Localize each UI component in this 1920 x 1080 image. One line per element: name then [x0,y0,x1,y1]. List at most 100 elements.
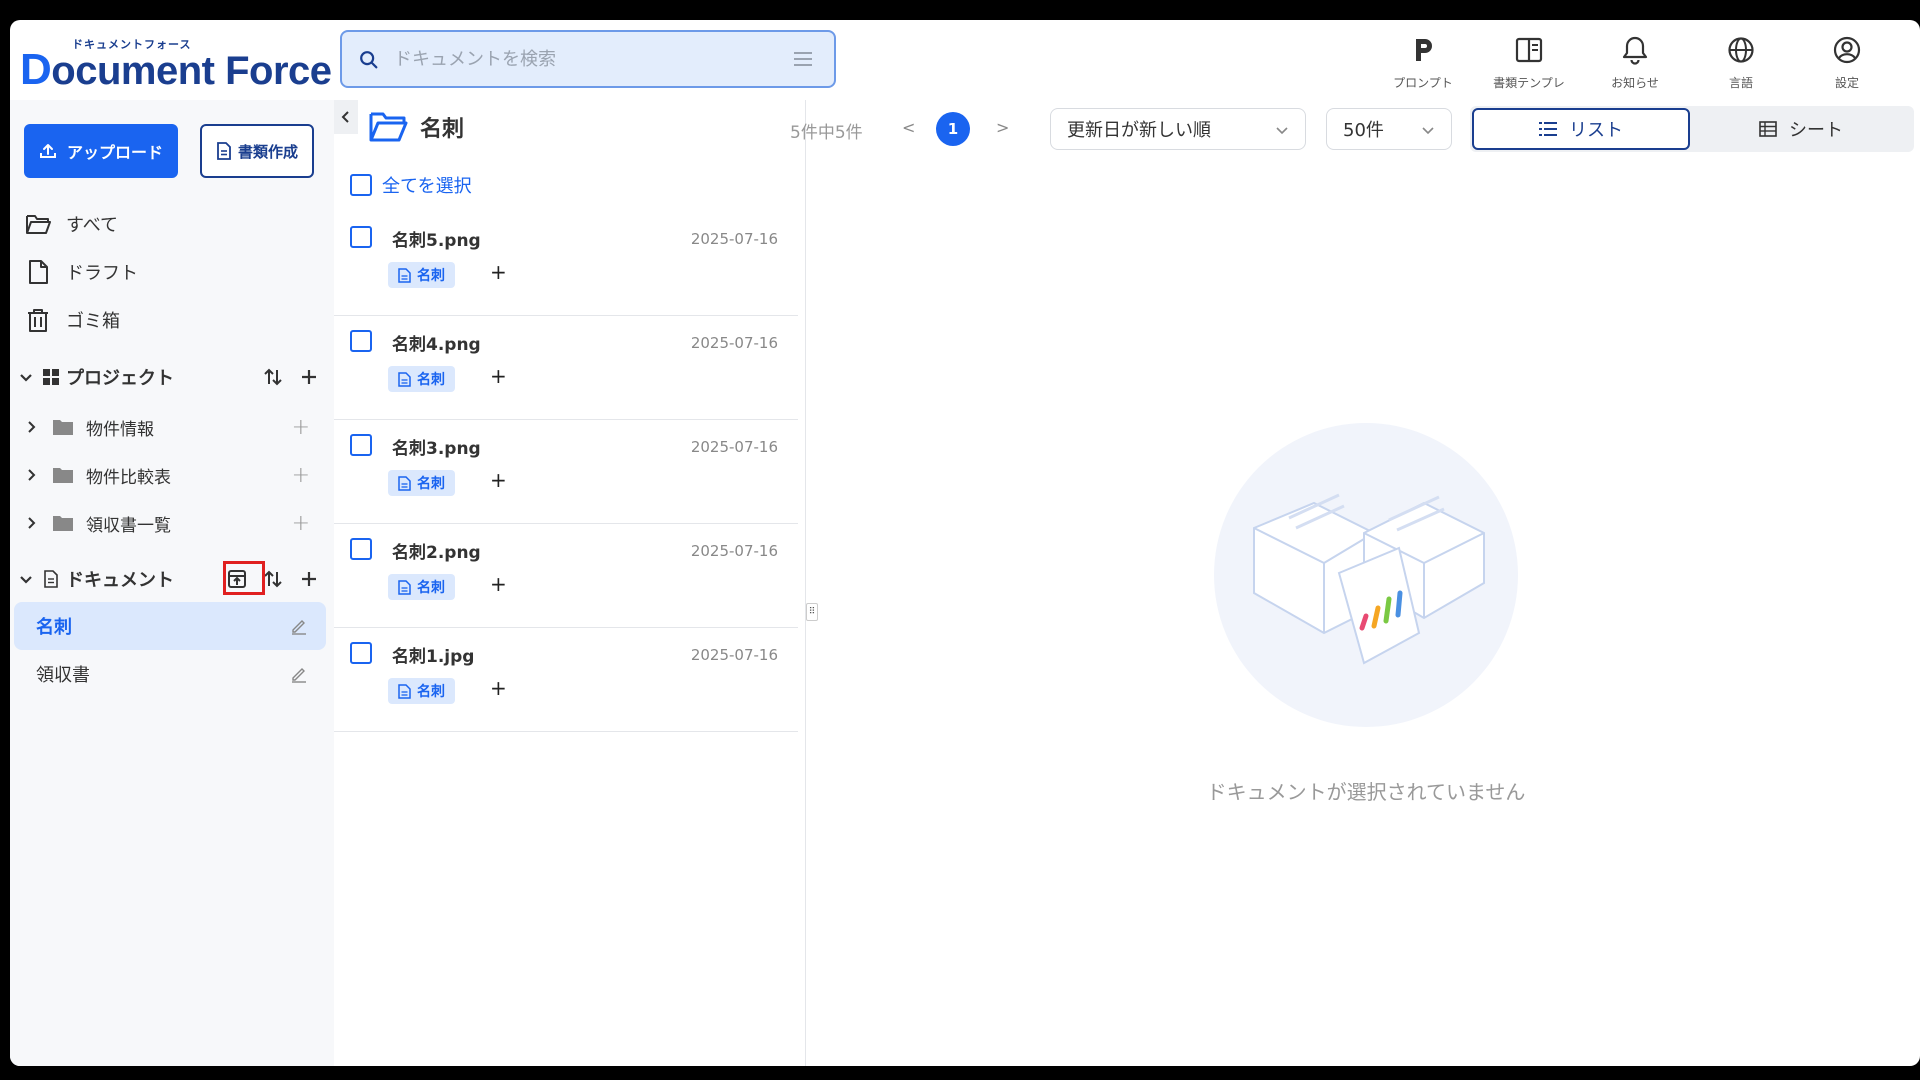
add-tag-icon[interactable]: + [490,364,507,388]
table-row[interactable]: 名刺3.png 2025-07-16 名刺 + [334,420,798,524]
chevron-down-icon [1422,127,1434,135]
bell-icon [1622,36,1648,65]
add-subitem-icon[interactable]: + [292,511,310,536]
chevron-right-icon[interactable] [24,468,38,482]
nav-language[interactable]: 言語 [1688,30,1794,94]
nav-template-label: 書類テンプレ [1493,76,1565,90]
sidebar-item-trash[interactable]: ゴミ箱 [24,300,120,340]
document-icon [217,142,231,160]
add-tag-icon[interactable]: + [490,676,507,700]
document-list-panel: 名刺 全てを選択 名刺5.png 2025-07-16 名刺 + 名刺4.png… [334,100,806,1066]
edit-icon[interactable] [290,617,308,635]
table-row[interactable]: 名刺1.jpg 2025-07-16 名刺 + [334,628,798,732]
grid-icon [43,369,59,385]
table-row[interactable]: 名刺2.png 2025-07-16 名刺 + [334,524,798,628]
document-type-label: 領収書 [36,665,90,686]
row-checkbox[interactable] [350,538,372,560]
document-type-tag[interactable]: 名刺 [388,574,455,600]
table-row[interactable]: 名刺5.png 2025-07-16 名刺 + [334,212,798,316]
upload-button[interactable]: アップロード [24,124,178,178]
sort-icon[interactable] [262,366,284,388]
nav-notifications-label: お知らせ [1611,76,1659,90]
folder-icon [53,420,73,435]
chevron-down-icon[interactable] [18,571,34,587]
document-type-tag[interactable]: 名刺 [388,366,455,392]
highlight-box [223,561,265,595]
file-name: 名刺4.png [392,335,481,355]
search-input[interactable] [394,42,774,76]
file-name: 名刺3.png [392,439,481,459]
add-tag-icon[interactable]: + [490,572,507,596]
view-sheet-button[interactable]: シート [1692,108,1910,150]
project-label: 物件情報 [86,419,154,440]
nav-settings-label: 設定 [1834,76,1859,90]
chevron-down-icon[interactable] [18,369,34,385]
nav-notifications[interactable]: お知らせ [1582,30,1688,94]
project-item[interactable]: 領収書一覧 + [24,504,324,542]
row-checkbox[interactable] [350,434,372,456]
file-name: 名刺1.jpg [392,647,475,667]
logo[interactable]: ドキュメントフォース Document Force [20,35,340,94]
view-sheet-label: シート [1789,120,1843,141]
edit-icon[interactable] [290,665,308,683]
add-tag-icon[interactable]: + [490,260,507,284]
sidebar-item-draft[interactable]: ドラフト [24,252,138,292]
prev-page-button[interactable]: < [902,118,915,137]
row-checkbox[interactable] [350,642,372,664]
document-type-item-active[interactable]: 名刺 [14,602,326,650]
nav-prompt[interactable]: プロンプト [1370,30,1476,94]
document-type-tag[interactable]: 名刺 [388,262,455,288]
document-icon [398,683,411,699]
documents-title: ドキュメント [66,570,174,591]
create-document-button[interactable]: 書類作成 [200,124,314,178]
select-all-checkbox[interactable] [350,174,372,196]
nav-template[interactable]: 書類テンプレ [1476,30,1582,94]
folder-title-text: 名刺 [420,117,465,142]
add-project-icon[interactable] [298,366,320,388]
folder-title: 名刺 [368,110,464,144]
view-list-button[interactable]: リスト [1472,108,1690,150]
filter-menu-icon[interactable] [794,52,812,66]
row-checkbox[interactable] [350,330,372,352]
document-icon [398,371,411,387]
folder-open-icon [26,215,51,234]
current-page-button[interactable]: 1 [936,112,970,146]
document-type-item[interactable]: 領収書 [14,650,326,698]
add-subitem-icon[interactable]: + [292,415,310,440]
file-name: 名刺2.png [392,543,481,563]
sidebar-item-all[interactable]: すべて [24,204,118,244]
sort-select[interactable]: 更新日が新しい順 [1050,108,1306,150]
sidebar: アップロード 書類作成 すべて ドラフト ゴミ箱 プロジェクト 物件情報 + 物… [10,100,334,1066]
chevron-right-icon[interactable] [24,516,38,530]
add-document-type-icon[interactable] [298,568,320,590]
nav-language-label: 言語 [1728,76,1753,90]
projects-title: プロジェクト [66,368,174,389]
view-list-label: リスト [1569,120,1623,141]
table-row[interactable]: 名刺4.png 2025-07-16 名刺 + [334,316,798,420]
projects-section-header[interactable]: プロジェクト [18,360,328,394]
collapse-sidebar-button[interactable] [334,100,358,134]
app-window: ドキュメントフォース Document Force プロンプト 書類テンプレ お… [10,20,1920,1066]
add-subitem-icon[interactable]: + [292,463,310,488]
project-item[interactable]: 物件比較表 + [24,456,324,494]
row-checkbox[interactable] [350,226,372,248]
next-page-button[interactable]: > [996,118,1009,137]
project-item[interactable]: 物件情報 + [24,408,324,446]
create-document-label: 書類作成 [237,143,298,161]
upload-icon [39,144,56,158]
per-page-select[interactable]: 50件 [1326,108,1452,150]
chevron-right-icon[interactable] [24,420,38,434]
folder-icon [53,516,73,531]
document-type-tag[interactable]: 名刺 [388,470,455,496]
file-date: 2025-07-16 [690,542,778,560]
panel-resize-handle[interactable]: ⠿ [806,603,818,621]
nav-settings[interactable]: 設定 [1794,30,1900,94]
sheet-icon [1759,121,1777,137]
documents-section-header[interactable]: ドキュメント [18,562,328,596]
document-type-tag[interactable]: 名刺 [388,678,455,704]
sort-icon[interactable] [262,568,284,590]
search-bar [340,30,836,88]
per-page-value: 50件 [1343,120,1384,141]
add-tag-icon[interactable]: + [490,468,507,492]
select-all[interactable]: 全てを選択 [350,172,472,198]
